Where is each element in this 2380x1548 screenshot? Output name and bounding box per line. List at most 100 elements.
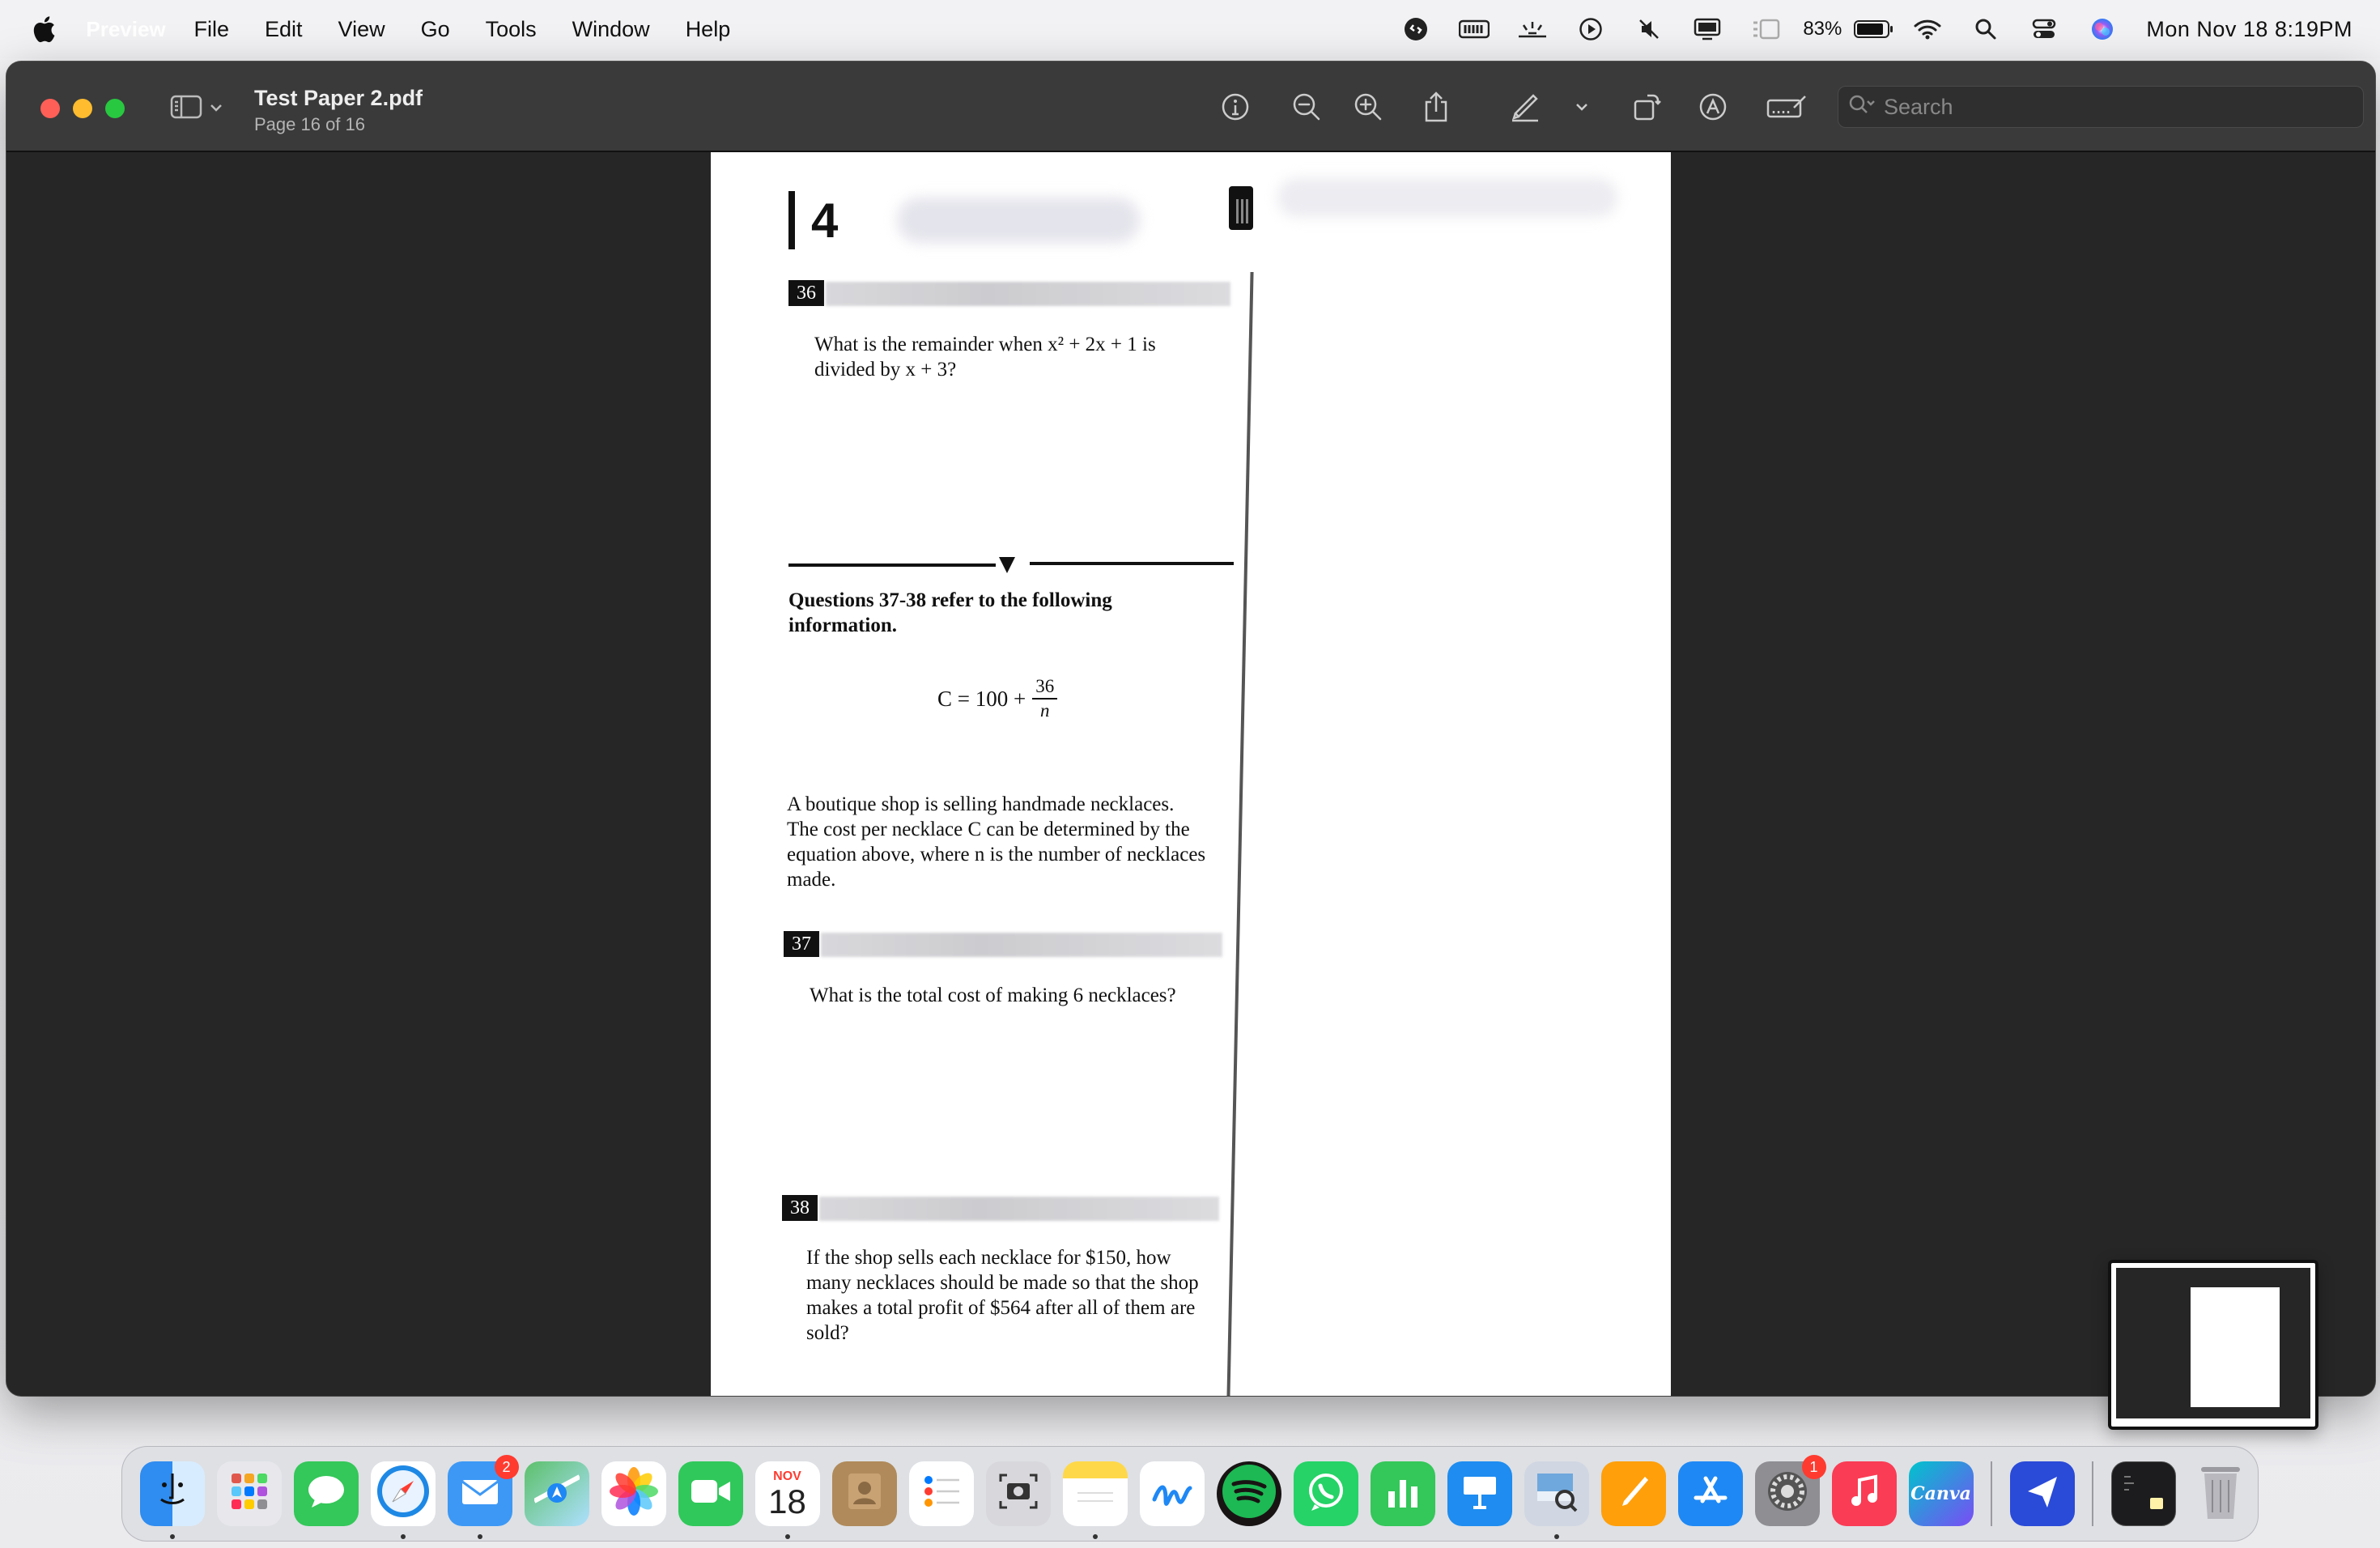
- dock-music[interactable]: [1831, 1461, 1897, 1526]
- screenshot-thumbnail[interactable]: [2108, 1260, 2318, 1430]
- dock-notes[interactable]: [1062, 1461, 1128, 1539]
- chevron-down-icon: [209, 102, 223, 117]
- rotate-icon[interactable]: [1627, 87, 1666, 126]
- section-marker: [788, 191, 795, 249]
- sidebar-toggle-button[interactable]: [170, 94, 223, 124]
- menu-app-name[interactable]: Preview: [86, 0, 165, 62]
- minimize-button[interactable]: [73, 99, 92, 118]
- preview-window: Test Paper 2.pdf Page 16 of 16 Search 4 …: [6, 62, 2375, 1396]
- dock-messages[interactable]: [293, 1461, 359, 1526]
- menu-help[interactable]: Help: [686, 17, 731, 42]
- search-field[interactable]: [1838, 86, 2364, 128]
- display-icon[interactable]: [1678, 0, 1736, 58]
- dock-preview[interactable]: [1524, 1461, 1589, 1539]
- dock-photos[interactable]: [601, 1461, 666, 1526]
- document-title-block: Test Paper 2.pdf Page 16 of 16: [254, 86, 423, 135]
- dock-facetime[interactable]: [678, 1461, 743, 1526]
- running-indicator: [784, 1534, 790, 1539]
- dock-freeform[interactable]: [1139, 1461, 1205, 1526]
- share-icon[interactable]: [1417, 87, 1456, 126]
- running-indicator: [169, 1534, 175, 1539]
- question-38-line: many necklaces should be made so that th…: [806, 1272, 1199, 1294]
- dock-whatsapp[interactable]: [1293, 1461, 1358, 1526]
- dock-screenshot[interactable]: [985, 1461, 1051, 1526]
- dock-mail[interactable]: 2: [447, 1455, 519, 1539]
- zoom-out-icon[interactable]: [1287, 87, 1326, 126]
- dock-launchpad[interactable]: [216, 1461, 282, 1526]
- finder-icon: [150, 1469, 195, 1520]
- sidebar-icon: [170, 94, 202, 124]
- form-fill-icon[interactable]: [1765, 87, 1810, 126]
- document-title[interactable]: Test Paper 2.pdf: [254, 86, 423, 111]
- equation-denominator: n: [1039, 700, 1050, 721]
- running-indicator: [1553, 1534, 1559, 1539]
- dock-reminders[interactable]: [908, 1461, 974, 1526]
- dock-numbers[interactable]: [1370, 1461, 1435, 1526]
- mail-icon: [457, 1469, 503, 1520]
- photos-icon: [608, 1465, 660, 1523]
- spark-icon: [2020, 1469, 2065, 1520]
- markup-pen-icon[interactable]: [1506, 87, 1545, 126]
- dock-spark[interactable]: [2009, 1461, 2075, 1526]
- dock-pages[interactable]: [1600, 1461, 1666, 1526]
- battery-percent: 83%: [1803, 18, 1842, 40]
- menu-window[interactable]: Window: [572, 17, 650, 42]
- stage-manager-icon[interactable]: [1736, 0, 1795, 58]
- dock-spotify[interactable]: [1216, 1461, 1281, 1526]
- siri-icon[interactable]: [2073, 0, 2131, 58]
- camera-icon: [996, 1469, 1041, 1520]
- facetime-icon: [688, 1475, 733, 1513]
- spotlight-icon[interactable]: [1957, 0, 2015, 58]
- cost-equation: C = 100 + 36 n: [937, 675, 1058, 722]
- running-indicator: [1092, 1534, 1098, 1539]
- dock-trash[interactable]: [2188, 1461, 2253, 1526]
- dock-system-settings[interactable]: 1: [1754, 1455, 1826, 1526]
- menu-bar: Preview File Edit View Go Tools Window H…: [0, 0, 2380, 58]
- dock-contacts[interactable]: [831, 1461, 897, 1526]
- battery-icon[interactable]: [1850, 0, 1898, 58]
- wifi-icon[interactable]: [1898, 0, 1957, 58]
- dock: 2 NOV 18 1 Canva: [121, 1446, 2259, 1542]
- dock-calendar[interactable]: NOV 18: [754, 1461, 820, 1539]
- separator-arrow: [999, 557, 1015, 573]
- dock-maps[interactable]: [524, 1461, 589, 1526]
- markup-menu-chevron-icon[interactable]: [1562, 87, 1601, 126]
- question-header-band: [819, 1197, 1219, 1221]
- play-circle-icon[interactable]: [1562, 0, 1620, 58]
- dock-safari[interactable]: [370, 1461, 436, 1539]
- traffic-lights: [40, 99, 125, 118]
- dock-terminal-window[interactable]: [2110, 1461, 2176, 1526]
- notes-icon: [1073, 1469, 1118, 1520]
- annotate-icon[interactable]: [1694, 87, 1732, 126]
- search-input[interactable]: [1884, 94, 2337, 120]
- contacts-icon: [842, 1469, 887, 1520]
- numbers-icon: [1380, 1469, 1426, 1520]
- menu-go[interactable]: Go: [421, 17, 450, 42]
- dock-finder[interactable]: [139, 1461, 205, 1539]
- apple-menu-icon[interactable]: [0, 15, 87, 43]
- mute-icon[interactable]: [1620, 0, 1678, 58]
- dock-canva[interactable]: Canva: [1908, 1461, 1974, 1526]
- menu-clock[interactable]: Mon Nov 18 8:19PM: [2146, 17, 2352, 42]
- battery-meter-icon[interactable]: [1445, 0, 1503, 58]
- stage-light-icon[interactable]: [1503, 0, 1562, 58]
- control-center-icon[interactable]: [2015, 0, 2073, 58]
- question-number-38: 38: [782, 1195, 818, 1221]
- page-indicator: Page 16 of 16: [254, 114, 366, 134]
- zoom-in-icon[interactable]: [1349, 87, 1388, 126]
- equation-numerator: 36: [1032, 675, 1058, 700]
- close-button[interactable]: [40, 99, 60, 118]
- info-icon[interactable]: [1216, 87, 1255, 126]
- freeform-icon: [1150, 1469, 1195, 1520]
- question-37-text: What is the total cost of making 6 neckl…: [810, 985, 1176, 1006]
- menu-view[interactable]: View: [338, 17, 385, 42]
- menu-file[interactable]: File: [194, 17, 230, 42]
- dock-keynote[interactable]: [1447, 1461, 1512, 1526]
- menu-edit[interactable]: Edit: [265, 17, 303, 42]
- zoom-button[interactable]: [105, 99, 125, 118]
- dock-app-store[interactable]: [1677, 1461, 1743, 1526]
- shazam-icon[interactable]: [1387, 0, 1445, 58]
- menu-tools[interactable]: Tools: [486, 17, 537, 42]
- separator-line-right: [1030, 562, 1234, 565]
- terminal-icon: [2119, 1469, 2168, 1520]
